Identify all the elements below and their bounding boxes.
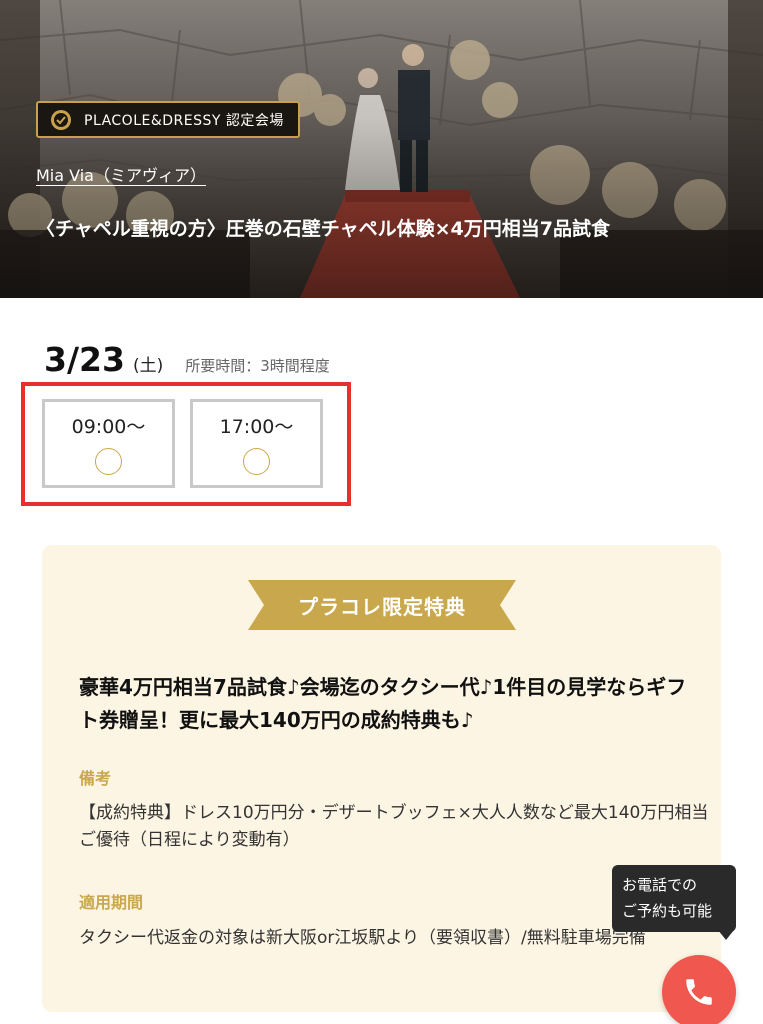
- plan-title: 〈チャペル重視の方〉圧巻の石壁チャペル体験×4万円相当7品試食: [36, 218, 610, 240]
- slot-time: 09:00〜: [71, 416, 146, 438]
- slot-time: 17:00〜: [219, 416, 294, 438]
- tooltip-line-1: お電話での: [622, 876, 698, 894]
- phone-reservation-tooltip: お電話での ご予約も可能: [612, 865, 736, 932]
- period-label: 適用期間: [79, 893, 144, 912]
- badge-label: PLACOLE&DRESSY 認定会場: [84, 112, 284, 129]
- certified-medal-icon: [51, 110, 71, 130]
- date-header: 3/23 (土) 所要時間：3時間程度: [44, 340, 330, 379]
- time-slot-0900[interactable]: 09:00〜: [42, 399, 175, 488]
- available-circle-icon: [243, 448, 270, 475]
- notes-body: 【成約特典】ドレス10万円分・デザートブッフェ×大人人数など最大140万円相当ご…: [79, 803, 709, 850]
- date-text: 3/23: [44, 340, 125, 379]
- time-slot-1700[interactable]: 17:00〜: [190, 399, 323, 488]
- available-circle-icon: [95, 448, 122, 475]
- tooltip-line-2: ご予約も可能: [622, 902, 713, 920]
- hero-banner: PLACOLE&DRESSY 認定会場 Mia Via（ミアヴィア） 〈チャペル…: [0, 0, 763, 298]
- tooltip-arrow: [718, 930, 734, 940]
- duration-text: 所要時間：3時間程度: [185, 357, 330, 375]
- certified-venue-badge: PLACOLE&DRESSY 認定会場: [36, 101, 300, 138]
- phone-call-button[interactable]: [662, 955, 736, 1024]
- ribbon-label: プラコレ限定特典: [298, 594, 466, 619]
- notes-label: 備考: [79, 769, 112, 788]
- day-of-week: (土): [132, 356, 164, 376]
- period-body: タクシー代返金の対象は新大阪or江坂駅より（要領収書）/無料駐車場完備: [79, 928, 646, 948]
- benefit-headline: 豪華4万円相当7品試食♪会場迄のタクシー代♪1件目の見学ならギフト券贈呈！更に最…: [79, 675, 687, 732]
- phone-icon: [686, 979, 712, 1005]
- venue-name-link[interactable]: Mia Via（ミアヴィア）: [36, 162, 206, 186]
